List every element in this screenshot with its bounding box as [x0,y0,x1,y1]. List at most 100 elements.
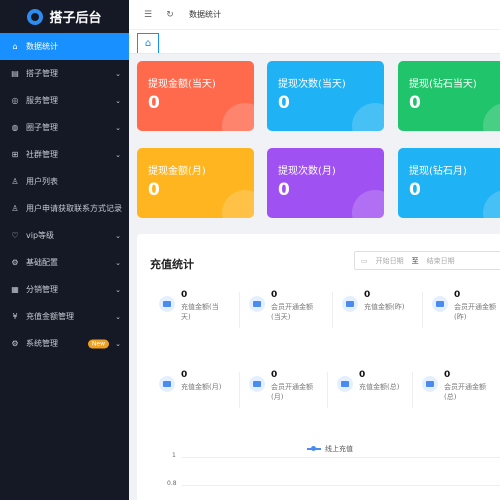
chart-legend[interactable]: 线上充值 [307,444,353,454]
stat-value: 0 [444,370,451,380]
card-value: 0 [409,93,421,113]
user-record-icon: ♙ [11,204,19,213]
date-end-input[interactable]: 结束日期 [427,256,455,266]
stat-label: 会员开通金额(月) [271,383,313,401]
card-value: 0 [409,180,421,200]
new-badge: New [87,339,109,348]
recharge-stat: 0 会员开通金额(昨) [432,290,500,322]
recharge-panel: 充值统计 ▭ 开始日期 至 结束日期 0 充值金额(当天) 0 会员开通金额(当天) 0… [137,234,500,500]
sidebar-item[interactable]: ⌂ 数据统计 [0,33,129,60]
logo: 搭子后台 [0,0,129,33]
tab-home[interactable]: ⌂ [137,33,159,53]
sidebar-item-label: 系统管理 [26,339,58,348]
sidebar-item[interactable]: ♡ vip等级 ⌄ [0,222,129,249]
sidebar-item[interactable]: ¥ 充值金额管理 ⌄ [0,303,129,330]
card-title: 提现(钻石月) [409,166,467,177]
chevron-down-icon: ⌄ [115,231,121,240]
chevron-down-icon: ⌄ [115,258,121,267]
recharge-stat: 0 充值金额(当天) [159,290,227,322]
sidebar-item[interactable]: ◎ 服务管理 ⌄ [0,87,129,114]
chevron-down-icon: ⌄ [115,123,121,132]
tabs-bar: ⌂ [129,30,500,54]
stat-card: 提现(钻石当天) 0 [398,61,500,131]
stat-value: 0 [181,290,188,300]
chevron-down-icon: ⌄ [115,150,121,159]
divider [239,372,240,408]
folder-icon: ▤ [11,69,19,78]
sidebar-item[interactable]: ♙ 用户申请获取联系方式记录 [0,195,129,222]
sidebar-item[interactable]: ⚙ 基础配置 ⌄ [0,249,129,276]
sidebar-item[interactable]: ⊞ 社群管理 ⌄ [0,141,129,168]
collapse-menu-icon[interactable]: ☰ [143,10,153,20]
sidebar-item[interactable]: ⚙ 系统管理 New ⌄ [0,330,129,357]
config-icon: ⚙ [11,258,19,267]
top-header: ☰ ↻ 数据统计 [129,0,500,30]
sidebar-item-label: 服务管理 [26,96,58,105]
date-separator: 至 [411,256,419,265]
community-icon: ⊞ [11,150,19,159]
sidebar-item-label: 用户申请获取联系方式记录 [26,204,122,213]
card-title: 提现次数(当天) [278,79,346,90]
sidebar-item-label: 数据统计 [26,42,58,51]
app-title: 搭子后台 [49,11,102,26]
vip-icon: ♡ [11,231,19,240]
wallet-icon [249,376,265,392]
card-title: 提现(钻石当天) [409,79,477,90]
recharge-stat: 0 充值金额(总) [337,370,405,392]
stat-value: 0 [364,290,371,300]
stat-label: 充值金额(当天) [181,303,219,321]
chevron-down-icon: ⌄ [115,96,121,105]
stat-card: 提现(钻石月) 0 [398,148,500,218]
stat-label: 会员开通金额(总) [444,383,486,401]
sidebar-item[interactable]: ▤ 搭子管理 ⌄ [0,60,129,87]
wallet-icon [159,376,175,392]
stat-label: 会员开通金额(当天) [271,303,313,321]
stat-label: 充值金额(月) [181,383,222,391]
date-start-input[interactable]: 开始日期 [376,256,404,266]
legend-label: 线上充值 [325,445,353,453]
stat-card: 提现次数(当天) 0 [267,61,384,131]
grid-line [182,457,500,458]
sidebar-item-label: 搭子管理 [26,69,58,78]
system-icon: ⚙ [11,339,19,348]
stat-card: 提现金额(月) 0 [137,148,254,218]
y-tick-1: 1 [172,452,176,459]
sidebar-item[interactable]: ▦ 分销管理 ⌄ [0,276,129,303]
divider [332,292,333,328]
circle-icon: ◍ [11,123,19,132]
recharge-stat: 0 充值金额(月) [159,370,227,392]
sidebar-item-label: 充值金额管理 [26,312,74,321]
wallet-icon [432,296,448,312]
chevron-down-icon: ⌄ [115,312,121,321]
stat-value: 0 [271,370,278,380]
sidebar-item-label: 用户列表 [26,177,58,186]
sidebar-item-label: 分销管理 [26,285,58,294]
recharge-stat: 0 会员开通金额(当天) [249,290,317,322]
distribution-icon: ▦ [11,285,19,294]
card-title: 提现次数(月) [278,166,336,177]
sidebar-item[interactable]: ♙ 用户列表 [0,168,129,195]
recharge-stat: 0 会员开通金额(月) [249,370,317,402]
divider [422,292,423,328]
wallet-icon [422,376,438,392]
sidebar-item[interactable]: ◍ 圈子管理 ⌄ [0,114,129,141]
y-tick-0-8: 0.8 [167,480,177,487]
home-icon: ⌂ [12,42,18,51]
wallet-icon [249,296,265,312]
stat-value: 0 [359,370,366,380]
divider [327,372,328,408]
refresh-icon[interactable]: ↻ [165,10,175,20]
wallet-icon [342,296,358,312]
calendar-icon: ▭ [361,256,368,265]
wallet-icon [159,296,175,312]
recharge-title: 充值统计 [150,258,194,271]
chevron-down-icon: ⌄ [115,285,121,294]
sidebar-menu: ⌂ 数据统计 ▤ 搭子管理 ⌄ ◎ 服务管理 ⌄ ◍ 圈子管理 ⌄ ⊞ 社群管理 ⌄ ♙ 用户列表 ♙ 用户申请获… [0,33,129,357]
stat-value: 0 [271,290,278,300]
grid-line [182,485,500,486]
date-range-picker[interactable]: ▭ 开始日期 至 结束日期 [354,251,500,270]
stat-value: 0 [181,370,188,380]
sidebar: 搭子后台 ⌂ 数据统计 ▤ 搭子管理 ⌄ ◎ 服务管理 ⌄ ◍ 圈子管理 ⌄ ⊞ 社群管理 ⌄ ♙ 用户列表 ♙… [0,0,129,500]
sidebar-item-label: vip等级 [26,231,55,240]
recharge-stat: 0 充值金额(昨) [342,290,410,312]
